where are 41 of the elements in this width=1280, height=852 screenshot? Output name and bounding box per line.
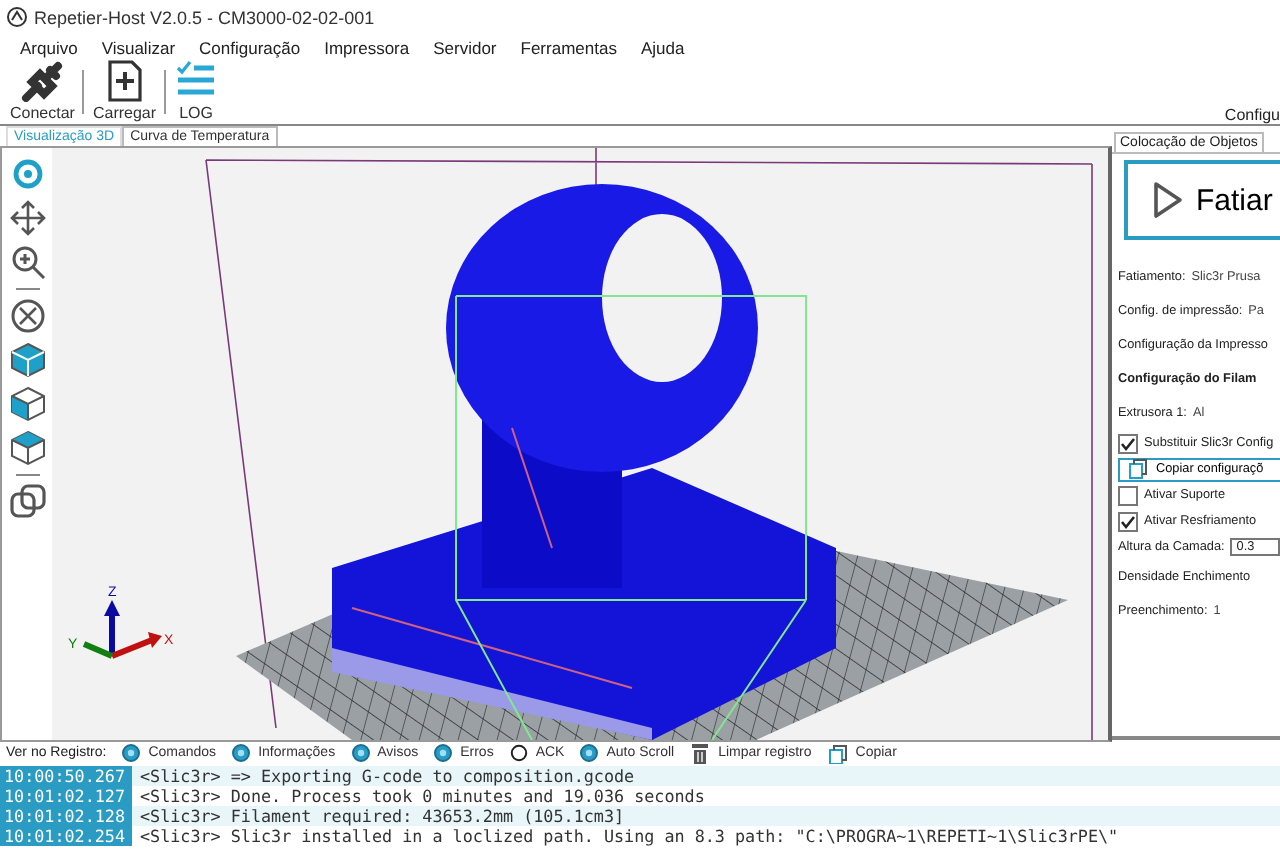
play-icon — [1152, 180, 1184, 220]
checkmark-icon — [1120, 513, 1136, 529]
axis-gizmo-icon — [82, 600, 162, 659]
log-message: <Slic3r> Slic3r installed in a loclized path. Using an 8.3 path: "C:\PROGRA~1\REPETI~1\Slic3rPE\" — [140, 826, 1119, 846]
log-timestamp: 10:01:02.128 — [0, 806, 132, 826]
menu-item[interactable]: Visualizar — [101, 37, 176, 57]
checkmark-icon — [1120, 435, 1136, 451]
checkbox[interactable] — [1118, 485, 1138, 505]
move-icon[interactable] — [9, 200, 45, 236]
toolbar-button[interactable]: LOG — [170, 58, 223, 124]
add-file-icon — [102, 58, 147, 102]
checkbox[interactable] — [1118, 433, 1138, 453]
log-message: <Slic3r> Done. Process took 0 minutes and 19.036 seconds — [140, 786, 705, 806]
app-icon — [6, 6, 28, 28]
toolbar-button[interactable]: Conectar — [6, 58, 79, 124]
trash-icon — [690, 743, 711, 763]
toolbar-label: Configu — [1224, 106, 1280, 124]
menu-item[interactable]: Configuração — [199, 37, 301, 57]
slice-button[interactable]: Fatiar — [1124, 160, 1280, 240]
toolbar-button[interactable]: Carregar — [88, 58, 161, 124]
checkbox[interactable] — [1118, 511, 1138, 531]
log-timestamp: 10:01:02.127 — [0, 786, 132, 806]
menu-item[interactable]: Arquivo — [20, 37, 78, 57]
menu-item[interactable]: Servidor — [433, 37, 497, 57]
cube-icon[interactable] — [9, 430, 45, 466]
window-title: Repetier-Host V2.0.5 - CM3000-02-02-001 — [34, 7, 375, 27]
copy-icon — [827, 743, 848, 763]
menu-item[interactable]: Ferramentas — [520, 37, 617, 57]
log-timestamp: 10:01:02.254 — [0, 826, 132, 846]
fit-view-icon[interactable] — [9, 298, 45, 334]
cube-icon[interactable] — [9, 342, 45, 378]
log-message: <Slic3r> => Exporting G-code to composition.gcode — [140, 766, 635, 786]
menu-item[interactable]: Ajuda — [640, 37, 685, 57]
overlap-icon[interactable] — [9, 484, 45, 520]
log-message: <Slic3r> Filament required: 43653.2mm (105.1cm3] — [140, 806, 625, 826]
plug-icon — [20, 58, 65, 102]
menu-item[interactable]: Impressora — [324, 37, 410, 57]
copy-icon — [1128, 458, 1148, 480]
log-timestamp: 10:00:50.267 — [0, 766, 132, 786]
cube-icon[interactable] — [9, 386, 45, 422]
zoom-icon[interactable] — [9, 244, 45, 280]
